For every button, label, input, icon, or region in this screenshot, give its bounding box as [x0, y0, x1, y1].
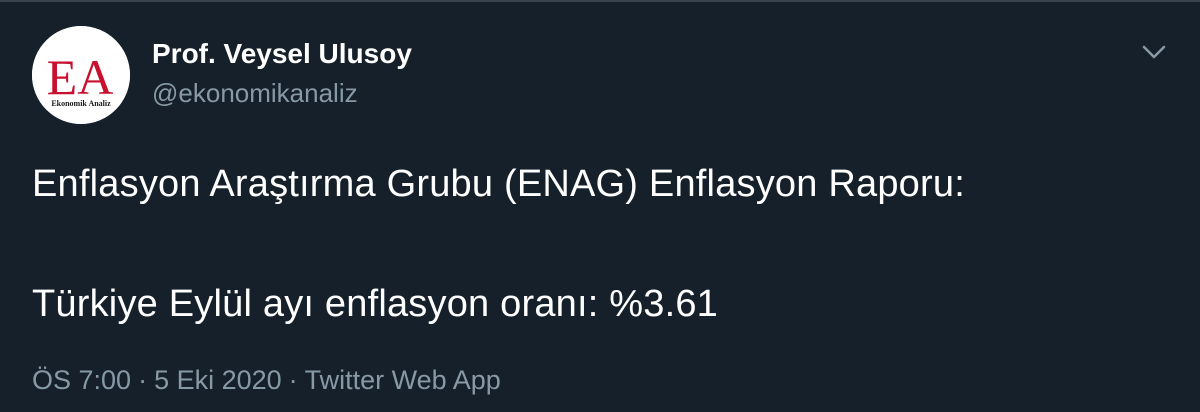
tweet-time[interactable]: ÖS 7:00 [32, 365, 131, 395]
tweet-source[interactable]: Twitter Web App [305, 365, 501, 395]
ekonomik-analiz-logo-icon: EA Ekonomik Analiz [32, 26, 130, 124]
avatar-caption: Ekonomik Analiz [51, 99, 111, 108]
author-name[interactable]: Prof. Veysel Ulusoy [152, 38, 412, 70]
tweet-date[interactable]: 5 Eki 2020 [154, 365, 282, 395]
author-handle[interactable]: @ekonomikanaliz [152, 78, 358, 109]
avatar[interactable]: EA Ekonomik Analiz [32, 26, 130, 124]
meta-separator: · [138, 365, 148, 395]
meta-separator: · [288, 365, 298, 395]
tweet-text-line-1: Enflasyon Araştırma Grubu (ENAG) Enflasy… [32, 163, 965, 205]
tweet-meta: ÖS 7:00 · 5 Eki 2020 · Twitter Web App [32, 365, 501, 396]
tweet-text-line-2: Türkiye Eylül ayı enflasyon oranı: %3.61 [32, 283, 719, 325]
avatar-logo-text: EA [47, 49, 114, 105]
top-divider [0, 0, 1200, 2]
chevron-down-icon[interactable] [1138, 36, 1170, 68]
